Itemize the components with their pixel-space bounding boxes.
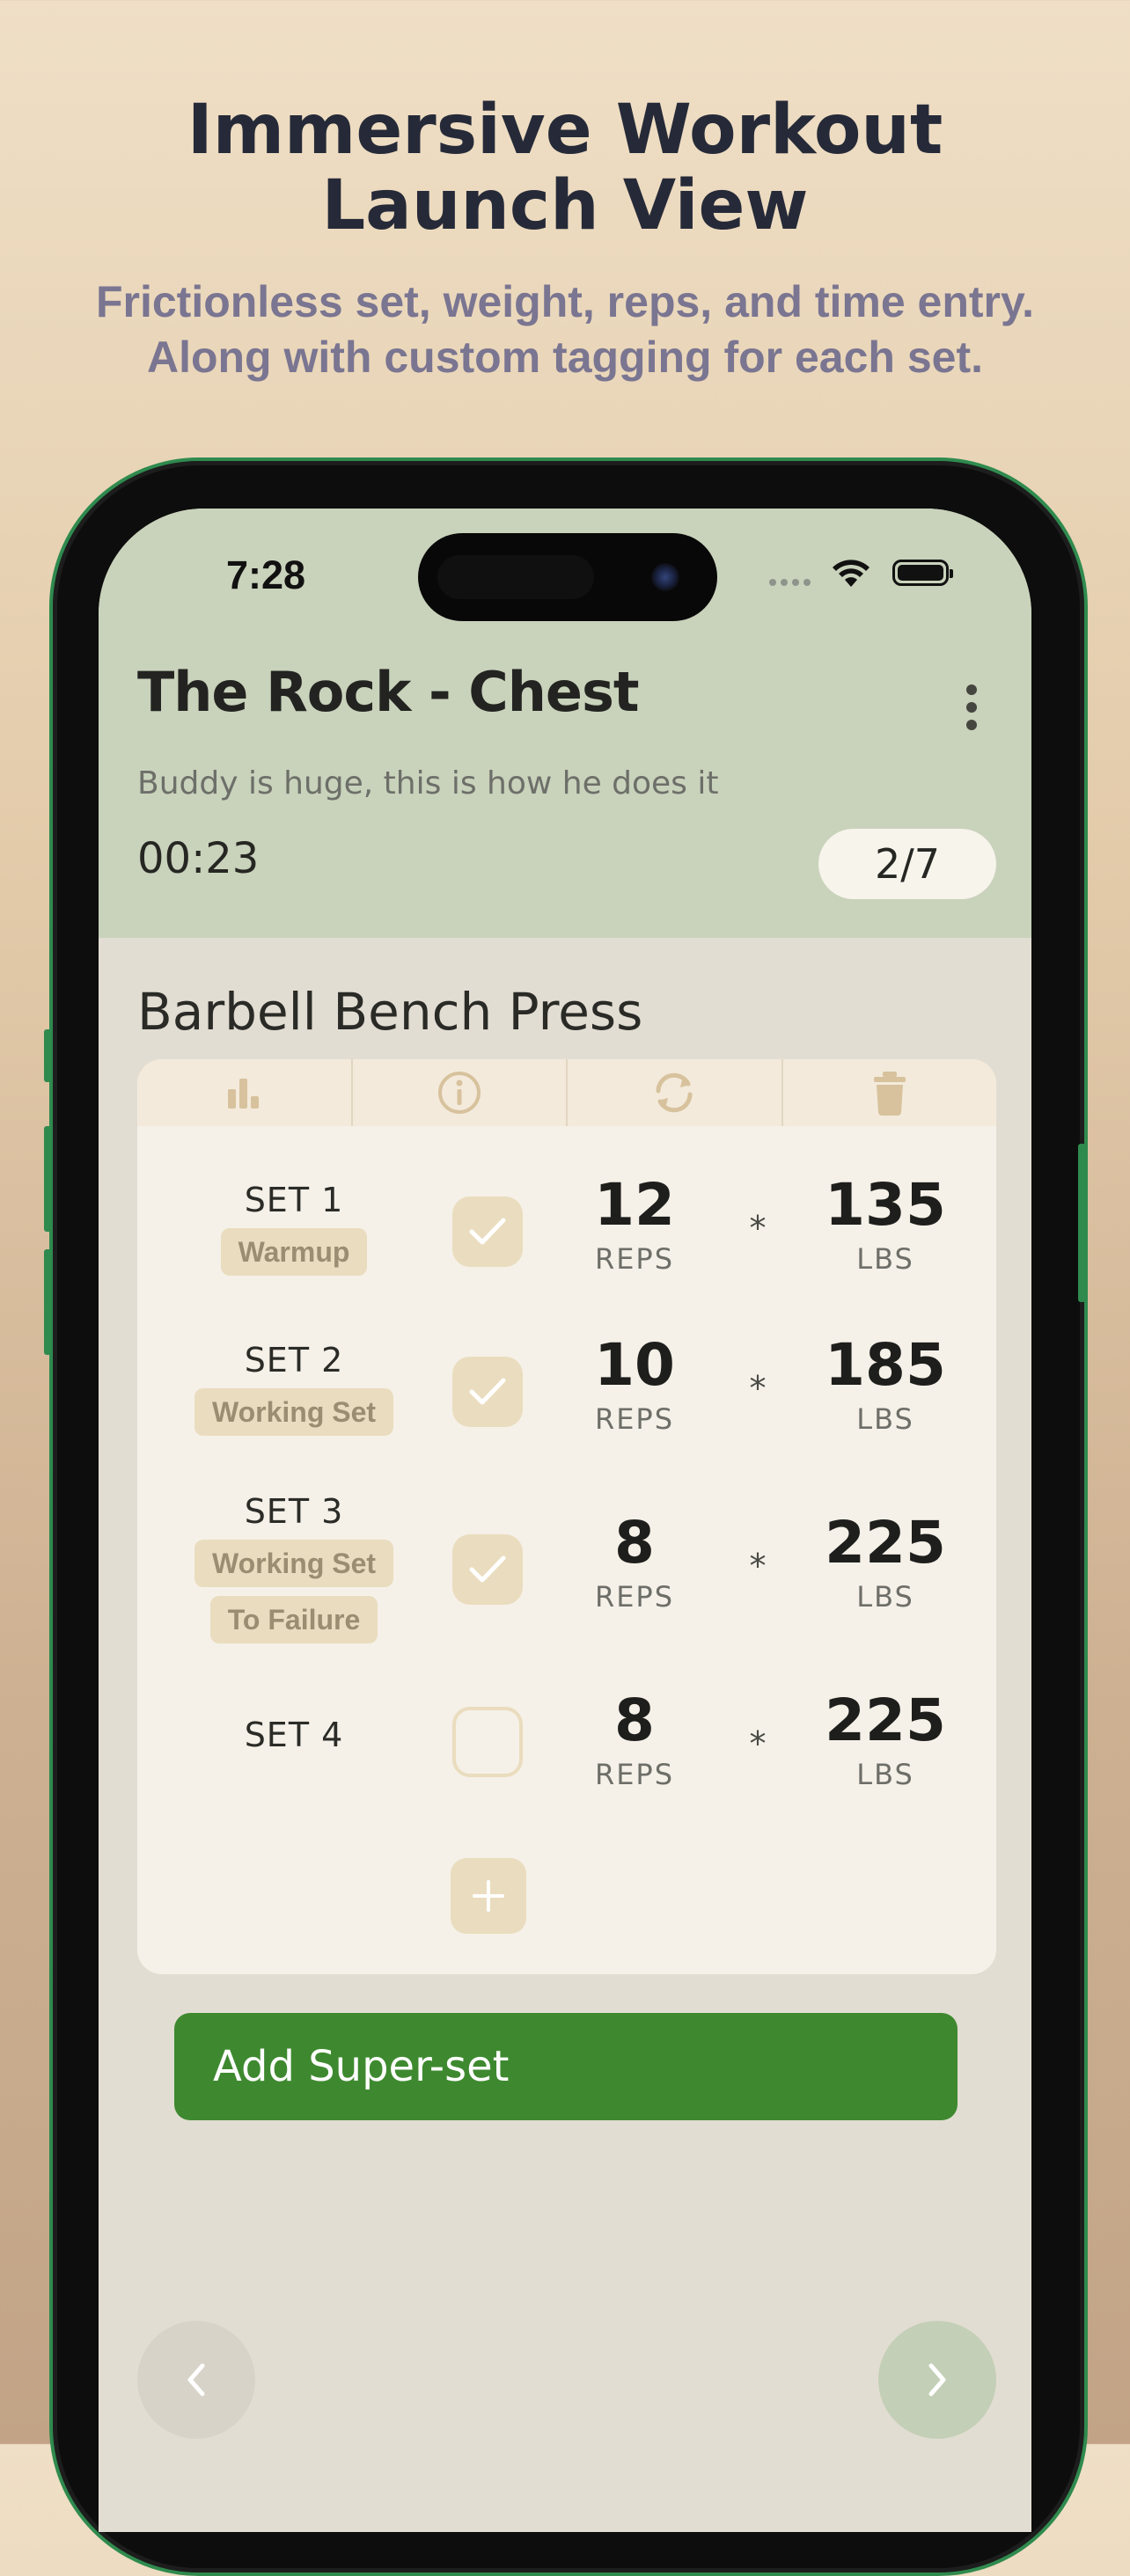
weight-value: 225 (825, 1687, 946, 1754)
checkmark-icon (469, 1378, 506, 1405)
checkmark-icon (469, 1555, 506, 1583)
workout-title: The Rock - Chest (137, 660, 640, 724)
exercise-name: Barbell Bench Press (137, 982, 643, 1042)
workout-timer: 00:23 (137, 834, 260, 883)
set-tag[interactable]: To Failure (209, 1596, 378, 1643)
dynamic-island (418, 533, 717, 621)
weight-unit: LBS (856, 1758, 914, 1791)
set-tag[interactable]: Warmup (220, 1228, 368, 1276)
reps-unit: REPS (594, 1402, 675, 1436)
set-tag[interactable]: Working Set (194, 1540, 394, 1587)
tab-stats[interactable] (137, 1059, 353, 1126)
reps-unit: REPS (594, 1580, 675, 1614)
workout-description: Buddy is huge, this is how he does it (137, 765, 719, 801)
promo-subline-line-1: Frictionless set, weight, reps, and time… (95, 277, 1034, 326)
set-label-column: SET 1 Warmup (137, 1181, 451, 1276)
tab-swap[interactable] (568, 1059, 783, 1126)
plus-icon (473, 1880, 504, 1912)
promo-headline-line-2: Launch View (321, 166, 809, 245)
set-complete-checkbox[interactable] (452, 1197, 523, 1267)
wifi-icon (833, 560, 870, 587)
promo-subline: Frictionless set, weight, reps, and time… (0, 274, 1130, 385)
weight-field[interactable]: 225 LBS (797, 1687, 973, 1792)
reps-value: 8 (614, 1687, 655, 1754)
set-label-column: SET 4 (137, 1716, 451, 1754)
checkmark-icon (469, 1218, 506, 1245)
times-separator: * (749, 1724, 767, 1763)
promo-subline-line-2: Along with custom tagging for each set. (146, 333, 984, 382)
reps-value: 10 (594, 1331, 675, 1399)
phone-power-button (1078, 1144, 1086, 1302)
set-complete-checkbox[interactable] (452, 1707, 523, 1777)
more-options-icon[interactable] (966, 684, 977, 730)
weight-unit: LBS (856, 1402, 914, 1436)
times-separator: * (749, 1209, 767, 1248)
weight-unit: LBS (856, 1242, 914, 1276)
exercise-card: SET 1 Warmup 12 REPS * 135 LBS SET 2 Wor… (137, 1059, 996, 1974)
chevron-left-icon (187, 2363, 205, 2397)
phone-screen: 7:28 The Rock - Chest Buddy is huge, thi… (99, 509, 1031, 2532)
exercise-toolbar (137, 1059, 996, 1126)
weight-field[interactable]: 225 LBS (797, 1511, 973, 1614)
weight-unit: LBS (856, 1580, 914, 1614)
island-sensor (437, 555, 594, 599)
set-complete-checkbox[interactable] (452, 1357, 523, 1427)
add-superset-button[interactable]: Add Super-set (174, 2013, 958, 2120)
swap-icon (656, 1072, 693, 1113)
weight-field[interactable]: 135 LBS (797, 1171, 973, 1277)
next-exercise-button[interactable] (878, 2321, 996, 2439)
weight-value: 225 (825, 1509, 946, 1577)
reps-unit: REPS (594, 1242, 675, 1276)
add-set-button[interactable] (451, 1858, 526, 1934)
times-separator: * (749, 1547, 767, 1585)
workout-header: 7:28 The Rock - Chest Buddy is huge, thi… (99, 509, 1031, 938)
set-label-column: SET 2 Working Set (137, 1341, 451, 1436)
weight-value: 135 (825, 1171, 946, 1239)
reps-field[interactable]: 12 REPS (547, 1171, 723, 1277)
set-label: SET 4 (244, 1716, 344, 1754)
phone-volume-down (44, 1249, 52, 1355)
set-label: SET 2 (244, 1341, 344, 1379)
times-separator: * (749, 1369, 767, 1408)
reps-value: 8 (614, 1509, 655, 1577)
tab-delete[interactable] (783, 1059, 997, 1126)
camera-icon (651, 563, 679, 591)
tab-info[interactable] (353, 1059, 568, 1126)
previous-exercise-button[interactable] (137, 2321, 255, 2439)
exercise-progress-badge[interactable]: 2/7 (818, 829, 996, 899)
cellular-signal-icon (769, 579, 811, 586)
promo-headline: Immersive Workout Launch View (0, 92, 1130, 244)
weight-field[interactable]: 185 LBS (797, 1331, 973, 1437)
reps-field[interactable]: 10 REPS (547, 1331, 723, 1437)
set-label: SET 1 (244, 1181, 344, 1219)
set-complete-checkbox[interactable] (452, 1534, 523, 1605)
trash-icon (873, 1072, 906, 1116)
phone-mute-switch (44, 1029, 52, 1082)
promo-headline-line-1: Immersive Workout (187, 91, 943, 170)
set-label-column: SET 3 Working Set To Failure (137, 1492, 451, 1643)
status-time: 7:28 (226, 553, 306, 597)
reps-field[interactable]: 8 REPS (547, 1511, 723, 1614)
battery-icon (892, 560, 953, 586)
reps-field[interactable]: 8 REPS (547, 1687, 723, 1792)
bar-chart-icon (228, 1079, 260, 1109)
weight-value: 185 (825, 1331, 946, 1399)
reps-value: 12 (594, 1171, 675, 1239)
set-tag[interactable]: Working Set (194, 1388, 394, 1436)
phone-volume-up (44, 1126, 52, 1232)
reps-unit: REPS (594, 1758, 675, 1791)
set-label: SET 3 (244, 1492, 344, 1531)
chevron-right-icon (928, 2363, 946, 2397)
info-icon (437, 1072, 481, 1114)
